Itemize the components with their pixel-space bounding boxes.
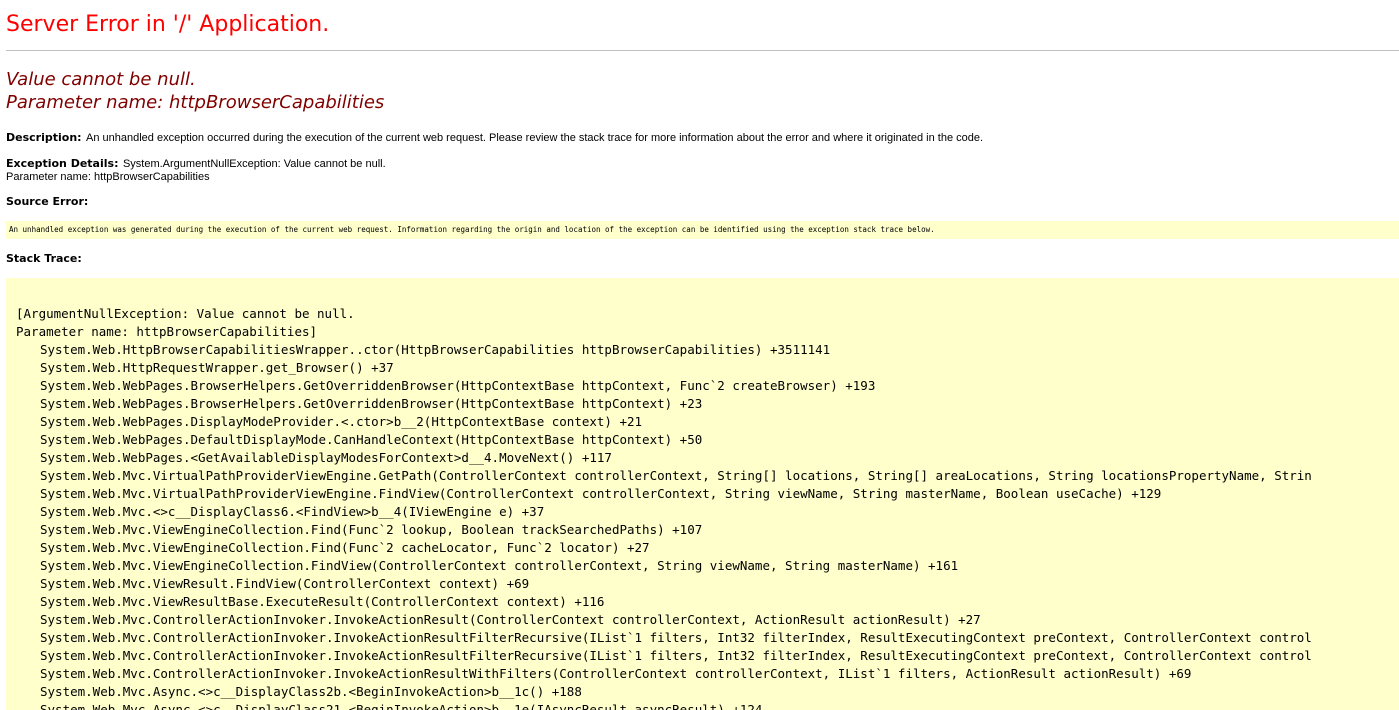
stack-frame: System.Web.Mvc.ControllerActionInvoker.I… (40, 666, 1192, 681)
description-text: An unhandled exception occurred during t… (86, 132, 984, 144)
exception-details-line-2: Parameter name: httpBrowserCapabilities (6, 171, 210, 183)
description-label: Description: (6, 131, 82, 144)
error-page: Server Error in '/' Application. Value c… (0, 0, 1399, 710)
stack-frame: System.Web.WebPages.BrowserHelpers.GetOv… (40, 396, 703, 411)
stack-frame: System.Web.WebPages.DefaultDisplayMode.C… (40, 432, 703, 447)
stack-frame: System.Web.WebPages.BrowserHelpers.GetOv… (40, 378, 876, 393)
exception-details-section: Exception Details: System.ArgumentNullEx… (6, 156, 386, 184)
error-message-line-1: Value cannot be null. (6, 69, 196, 90)
stack-frame: System.Web.Mvc.ViewEngineCollection.Find… (40, 540, 650, 555)
stack-frame: System.Web.Mvc.VirtualPathProviderViewEn… (40, 468, 1312, 483)
stack-trace-header-2: Parameter name: httpBrowserCapabilities] (16, 324, 318, 339)
source-error-text: An unhandled exception was generated dur… (9, 225, 935, 234)
stack-trace-text: [ArgumentNullException: Value cannot be … (16, 305, 1312, 710)
stack-frame: System.Web.WebPages.<GetAvailableDisplay… (40, 450, 612, 465)
stack-trace-label: Stack Trace: (6, 252, 82, 265)
error-message-line-2: Parameter name: httpBrowserCapabilities (6, 92, 385, 113)
exception-details-label: Exception Details: (6, 157, 119, 170)
stack-frame: System.Web.Mvc.<>c__DisplayClass6.<FindV… (40, 504, 545, 519)
stack-frame: System.Web.Mvc.ControllerActionInvoker.I… (40, 648, 1312, 663)
source-error-label: Source Error: (6, 195, 89, 208)
stack-frame: System.Web.Mvc.ViewResultBase.ExecuteRes… (40, 594, 605, 609)
stack-frame: System.Web.Mvc.ViewEngineCollection.Find… (40, 558, 959, 573)
stack-frame: System.Web.Mvc.ViewEngineCollection.Find… (40, 522, 703, 537)
stack-trace-header-1: [ArgumentNullException: Value cannot be … (16, 306, 355, 321)
title-divider (6, 50, 1399, 51)
stack-trace-box[interactable]: [ArgumentNullException: Value cannot be … (6, 278, 1399, 710)
source-error-box: An unhandled exception was generated dur… (6, 221, 1399, 239)
stack-frame: System.Web.Mvc.ViewResult.FindView(Contr… (40, 576, 530, 591)
stack-frame: System.Web.Mvc.ControllerActionInvoker.I… (40, 630, 1312, 645)
stack-frame: System.Web.Mvc.Async.<>c__DisplayClass2b… (40, 684, 582, 699)
error-message: Value cannot be null. Parameter name: ht… (6, 68, 384, 114)
stack-frame: System.Web.Mvc.VirtualPathProviderViewEn… (40, 486, 1162, 501)
stack-frame: System.Web.Mvc.ControllerActionInvoker.I… (40, 612, 981, 627)
description-section: Description: An unhandled exception occu… (6, 130, 983, 145)
exception-details-line-1: System.ArgumentNullException: Value cann… (122, 158, 386, 170)
stack-frame: System.Web.WebPages.DisplayModeProvider.… (40, 414, 643, 429)
page-title: Server Error in '/' Application. (6, 12, 330, 37)
stack-frame: System.Web.HttpRequestWrapper.get_Browse… (40, 360, 394, 375)
stack-frame: System.Web.HttpBrowserCapabilitiesWrappe… (40, 342, 831, 357)
stack-frame: System.Web.Mvc.Async.<>c__DisplayClass21… (40, 702, 763, 710)
